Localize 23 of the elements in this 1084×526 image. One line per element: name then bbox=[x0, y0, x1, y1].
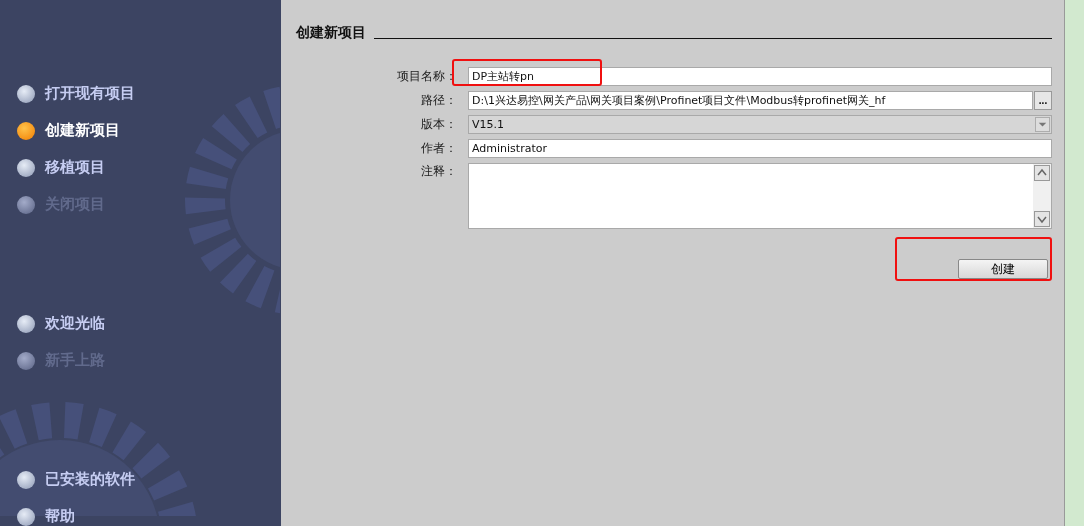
sidebar-item[interactable]: 已安装的软件 bbox=[0, 461, 281, 498]
sidebar-item[interactable]: 打开现有项目 bbox=[0, 75, 281, 112]
version-dropdown[interactable]: V15.1 bbox=[468, 115, 1052, 134]
scroll-up-icon[interactable] bbox=[1034, 165, 1050, 181]
text-field[interactable]: Administrator bbox=[468, 139, 1052, 158]
comment-field[interactable] bbox=[468, 163, 1052, 229]
sidebar-item[interactable]: 移植项目 bbox=[0, 149, 281, 186]
sidebar-item[interactable]: 创建新项目 bbox=[0, 112, 281, 149]
browse-button[interactable]: ... bbox=[1034, 91, 1052, 110]
field-label: 注释： bbox=[420, 163, 458, 180]
path-field[interactable]: D:\1兴达易控\网关产品\网关项目案例\Profinet项目文件\Modbus转profinet网关_hf bbox=[468, 91, 1033, 110]
text-field[interactable]: DP主站转pn bbox=[468, 67, 1052, 86]
field-label: 项目名称： bbox=[396, 68, 458, 85]
create-button[interactable]: 创建 bbox=[958, 259, 1048, 279]
field-label: 版本： bbox=[420, 116, 458, 133]
sidebar-item[interactable]: 帮助 bbox=[0, 498, 281, 526]
caret-icon bbox=[1035, 117, 1050, 132]
panel-title: 创建新项目 bbox=[296, 24, 366, 42]
scroll-down-icon[interactable] bbox=[1034, 211, 1050, 227]
field-label: 路径： bbox=[420, 92, 458, 109]
field-label: 作者： bbox=[420, 140, 458, 157]
sidebar-item[interactable]: 欢迎光临 bbox=[0, 305, 281, 342]
scrollbar[interactable] bbox=[1033, 164, 1051, 228]
